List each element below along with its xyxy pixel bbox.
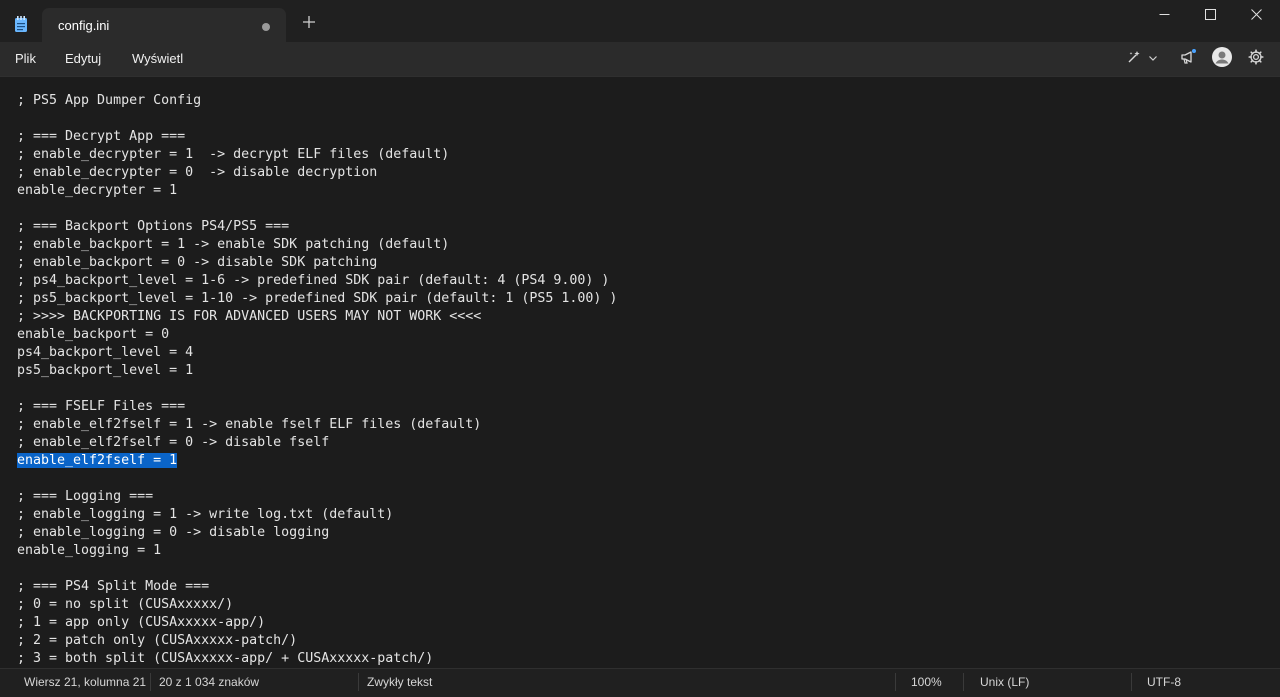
minimize-button[interactable]: [1141, 0, 1187, 32]
text-editor[interactable]: ; PS5 App Dumper Config ; === Decrypt App…: [0, 76, 1280, 669]
editor-line[interactable]: enable_elf2fself = 1: [17, 452, 617, 470]
editor-line[interactable]: [17, 110, 617, 128]
copilot-button[interactable]: [1120, 48, 1164, 70]
editor-line[interactable]: ; ps5_backport_level = 1-10 -> predefine…: [17, 290, 617, 308]
line-text: ; enable_elf2fself = 0 -> disable fself: [17, 435, 330, 450]
status-bar: Wiersz 21, kolumna 21 20 z 1 034 znaków …: [0, 668, 1280, 697]
line-text: ; ps5_backport_level = 1-10 -> predefine…: [17, 291, 618, 306]
selected-text: enable_elf2fself = 1: [17, 453, 178, 468]
chevron-down-icon: [1148, 50, 1158, 68]
editor-line[interactable]: ; enable_decrypter = 1 -> decrypt ELF fi…: [17, 146, 617, 164]
line-text: ; === Decrypt App ===: [17, 129, 186, 144]
account-icon: [1212, 46, 1232, 72]
text-format: Zwykły tekst: [367, 675, 433, 689]
editor-line[interactable]: ; enable_decrypter = 0 -> disable decryp…: [17, 164, 617, 182]
editor-line[interactable]: ; enable_backport = 0 -> disable SDK pat…: [17, 254, 617, 272]
copilot-icon: [1126, 49, 1142, 70]
title-bar: config.ini: [0, 0, 1280, 42]
editor-line[interactable]: ps4_backport_level = 4: [17, 344, 617, 362]
editor-line[interactable]: ; enable_logging = 1 -> write log.txt (d…: [17, 506, 617, 524]
menu-bar: Plik Edytuj Wyświetl: [0, 42, 1280, 76]
line-text: enable_logging = 1: [17, 543, 162, 558]
close-icon: [1250, 7, 1262, 25]
editor-line[interactable]: ; >>>> BACKPORTING IS FOR ADVANCED USERS…: [17, 308, 617, 326]
announcement-icon: [1179, 48, 1197, 71]
editor-line[interactable]: enable_logging = 1: [17, 542, 617, 560]
status-divider: [358, 673, 359, 691]
line-text: ; enable_elf2fself = 1 -> enable fself E…: [17, 417, 482, 432]
minimize-icon: [1159, 7, 1170, 25]
editor-line[interactable]: ; PS5 App Dumper Config: [17, 92, 617, 110]
status-divider: [895, 673, 896, 691]
maximize-icon: [1204, 7, 1216, 25]
line-text: ; PS5 App Dumper Config: [17, 93, 202, 108]
editor-line[interactable]: ; enable_backport = 1 -> enable SDK patc…: [17, 236, 617, 254]
line-text: ; === Backport Options PS4/PS5 ===: [17, 219, 290, 234]
close-button[interactable]: [1233, 0, 1279, 32]
status-divider: [150, 673, 151, 691]
status-divider: [963, 673, 964, 691]
line-text: ; enable_backport = 1 -> enable SDK patc…: [17, 237, 450, 252]
encoding[interactable]: UTF-8: [1147, 675, 1181, 689]
editor-line[interactable]: ; 2 = patch only (CUSAxxxxx-patch/): [17, 632, 617, 650]
menu-file[interactable]: Plik: [15, 51, 36, 66]
line-text: ps4_backport_level = 4: [17, 345, 194, 360]
editor-line[interactable]: ; ps4_backport_level = 1-6 -> predefined…: [17, 272, 617, 290]
close-tab-dot-icon[interactable]: [262, 23, 270, 31]
editor-line[interactable]: ; 1 = app only (CUSAxxxxx-app/): [17, 614, 617, 632]
line-text: ; >>>> BACKPORTING IS FOR ADVANCED USERS…: [17, 309, 482, 324]
editor-line[interactable]: ; enable_elf2fself = 1 -> enable fself E…: [17, 416, 617, 434]
line-text: ; enable_logging = 1 -> write log.txt (d…: [17, 507, 394, 522]
editor-line[interactable]: ; === Decrypt App ===: [17, 128, 617, 146]
line-text: ; enable_decrypter = 0 -> disable decryp…: [17, 165, 378, 180]
editor-line[interactable]: [17, 380, 617, 398]
editor-line[interactable]: ; 3 = both split (CUSAxxxxx-app/ + CUSAx…: [17, 650, 617, 668]
gear-icon: [1248, 48, 1264, 70]
selection-count: 20 z 1 034 znaków: [159, 675, 260, 689]
line-text: ; 3 = both split (CUSAxxxxx-app/ + CUSAx…: [17, 651, 434, 666]
editor-line[interactable]: ; enable_logging = 0 -> disable logging: [17, 524, 617, 542]
tab-config-ini[interactable]: config.ini: [42, 8, 286, 42]
cursor-position: Wiersz 21, kolumna 21: [24, 675, 147, 689]
editor-lines[interactable]: ; PS5 App Dumper Config ; === Decrypt App…: [17, 92, 617, 668]
editor-line[interactable]: ; === Backport Options PS4/PS5 ===: [17, 218, 617, 236]
menu-edit[interactable]: Edytuj: [65, 51, 101, 66]
line-text: ; === FSELF Files ===: [17, 399, 186, 414]
line-text: ; enable_logging = 0 -> disable logging: [17, 525, 330, 540]
editor-line[interactable]: [17, 470, 617, 488]
status-divider: [1131, 673, 1132, 691]
line-text: ; === PS4 Split Mode ===: [17, 579, 210, 594]
notepad-icon: [14, 16, 28, 32]
maximize-button[interactable]: [1187, 0, 1233, 32]
line-text: enable_backport = 0: [17, 327, 170, 342]
editor-line[interactable]: ; 0 = no split (CUSAxxxxx/): [17, 596, 617, 614]
editor-line[interactable]: enable_backport = 0: [17, 326, 617, 344]
line-text: ps5_backport_level = 1: [17, 363, 194, 378]
account-button[interactable]: [1210, 46, 1234, 72]
line-text: ; 1 = app only (CUSAxxxxx-app/): [17, 615, 266, 630]
editor-line[interactable]: ; === FSELF Files ===: [17, 398, 617, 416]
tab-title: config.ini: [58, 18, 110, 33]
editor-line[interactable]: ; === Logging ===: [17, 488, 617, 506]
line-text: ; ps4_backport_level = 1-6 -> predefined…: [17, 273, 610, 288]
editor-line[interactable]: ; === PS4 Split Mode ===: [17, 578, 617, 596]
editor-line[interactable]: [17, 560, 617, 578]
editor-line[interactable]: ps5_backport_level = 1: [17, 362, 617, 380]
settings-button[interactable]: [1245, 48, 1267, 70]
line-text: enable_decrypter = 1: [17, 183, 178, 198]
line-ending[interactable]: Unix (LF): [980, 675, 1029, 689]
editor-line[interactable]: ; enable_elf2fself = 0 -> disable fself: [17, 434, 617, 452]
plus-icon[interactable]: [298, 12, 320, 34]
line-text: ; enable_backport = 0 -> disable SDK pat…: [17, 255, 378, 270]
line-text: ; 2 = patch only (CUSAxxxxx-patch/): [17, 633, 298, 648]
line-text: ; enable_decrypter = 1 -> decrypt ELF fi…: [17, 147, 450, 162]
editor-line[interactable]: enable_decrypter = 1: [17, 182, 617, 200]
editor-line[interactable]: [17, 200, 617, 218]
menu-view[interactable]: Wyświetl: [132, 51, 183, 66]
zoom-level[interactable]: 100%: [911, 675, 942, 689]
line-text: ; 0 = no split (CUSAxxxxx/): [17, 597, 234, 612]
line-text: ; === Logging ===: [17, 489, 154, 504]
whats-new-button[interactable]: [1176, 48, 1200, 70]
